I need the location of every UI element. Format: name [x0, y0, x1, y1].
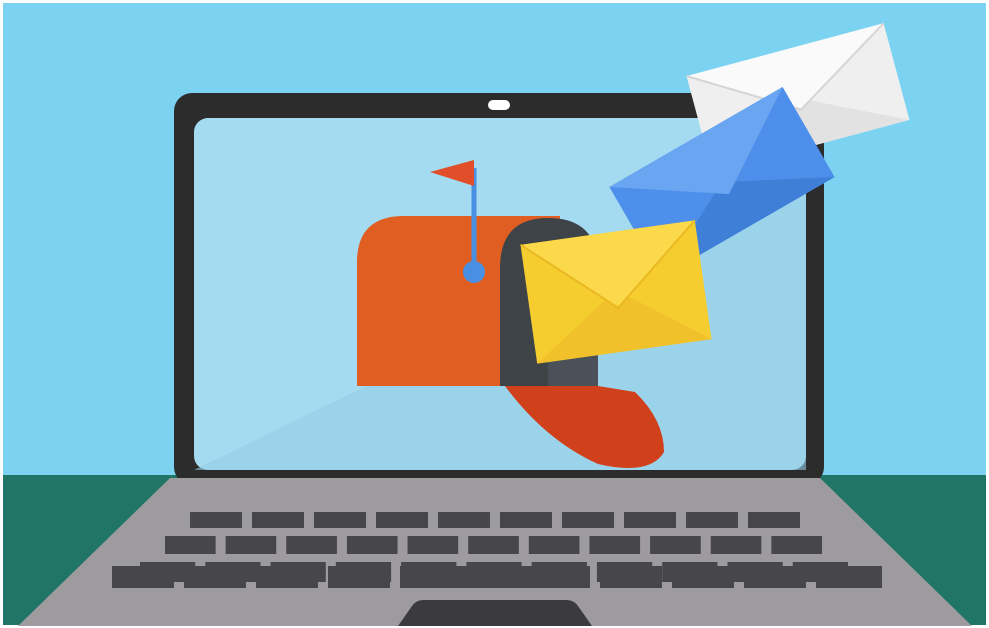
keyboard-key [589, 536, 641, 554]
keyboard-key [624, 512, 676, 528]
keyboard-key [816, 566, 882, 588]
keyboard-key [376, 512, 428, 528]
keyboard-key [400, 566, 590, 588]
keyboard-key [190, 512, 242, 528]
envelope-icon [519, 219, 712, 364]
keyboard-key [468, 536, 519, 554]
keyboard-key [650, 536, 701, 554]
keyboard-key [328, 566, 390, 588]
laptop-camera [488, 100, 510, 110]
keyboard-key [500, 512, 552, 528]
keyboard-key [407, 536, 459, 554]
keyboard-key [744, 566, 806, 588]
keyboard-key [438, 512, 490, 528]
keyboard-key [748, 512, 800, 528]
keyboard-key [286, 536, 337, 554]
keyboard-key [562, 512, 614, 528]
keyboard-key [528, 536, 580, 554]
keyboard-key [165, 536, 216, 554]
keyboard-key [314, 512, 366, 528]
keyboard-key [225, 536, 277, 554]
keyboard-key [710, 536, 762, 554]
keyboard-key [252, 512, 304, 528]
keyboard-key [346, 536, 398, 554]
keyboard-key [256, 566, 318, 588]
keyboard-key [184, 566, 246, 588]
flag-pivot [463, 261, 485, 283]
keyboard-key [672, 566, 734, 588]
keyboard-key [112, 566, 174, 588]
trackpad [398, 600, 592, 626]
keyboard-key [771, 536, 822, 554]
keyboard-key [686, 512, 738, 528]
illustration-scene [3, 3, 986, 626]
keyboard-key [600, 566, 662, 588]
